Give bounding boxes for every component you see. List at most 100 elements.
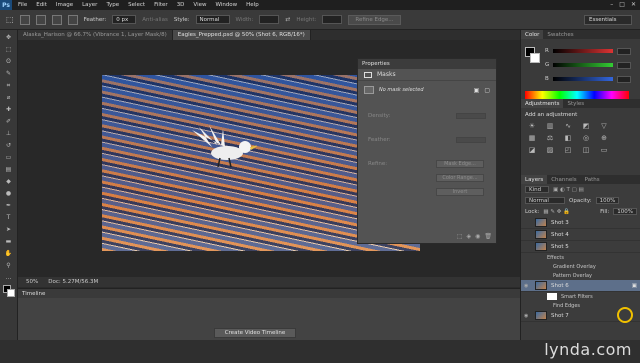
style-select[interactable]: Normal bbox=[195, 15, 230, 24]
menu-select[interactable]: Select bbox=[128, 2, 145, 8]
canvas-area[interactable]: Properties Masks No mask selected ▣ ▢ De… bbox=[18, 40, 520, 277]
load-selection-icon[interactable]: ⬚ bbox=[457, 233, 463, 240]
stamp-tool-icon[interactable]: ⊥ bbox=[3, 129, 15, 138]
eye-icon[interactable]: ◉ bbox=[524, 313, 528, 319]
shape-tool-icon[interactable]: ▬ bbox=[3, 237, 15, 246]
tab-swatches[interactable]: Swatches bbox=[543, 30, 577, 39]
tab-paths[interactable]: Paths bbox=[581, 175, 604, 184]
kind-filter-select[interactable]: Kind bbox=[525, 186, 549, 193]
green-value[interactable] bbox=[617, 61, 632, 69]
intersect-selection-icon[interactable] bbox=[67, 14, 78, 25]
menu-filter[interactable]: Filter bbox=[154, 2, 168, 8]
gradient-map-icon[interactable]: ▭ bbox=[599, 146, 609, 154]
invert-button[interactable]: Invert bbox=[436, 188, 484, 196]
photo-filter-icon[interactable]: ◎ bbox=[581, 134, 591, 142]
eye-icon[interactable]: ◉ bbox=[524, 283, 528, 289]
menu-view[interactable]: View bbox=[193, 2, 206, 8]
quick-select-tool-icon[interactable]: ✎ bbox=[3, 69, 15, 78]
history-brush-tool-icon[interactable]: ↺ bbox=[3, 141, 15, 150]
threshold-icon[interactable]: ◰ bbox=[563, 146, 573, 154]
filter-icons[interactable]: ▣ ◐ T ▢ ▤ bbox=[553, 187, 584, 193]
hand-tool-icon[interactable]: ✋ bbox=[3, 249, 15, 258]
levels-icon[interactable]: ▥ bbox=[545, 122, 555, 130]
color-balance-icon[interactable]: ⚖ bbox=[545, 134, 555, 142]
tab-channels[interactable]: Channels bbox=[547, 175, 580, 184]
close-icon[interactable]: ✕ bbox=[631, 1, 636, 8]
curves-icon[interactable]: ∿ bbox=[563, 122, 573, 130]
layer-row[interactable]: Shot 4 bbox=[521, 229, 640, 241]
fill-input[interactable]: 100% bbox=[613, 208, 637, 215]
path-select-tool-icon[interactable]: ➤ bbox=[3, 225, 15, 234]
subtract-selection-icon[interactable] bbox=[51, 14, 62, 25]
tab-layers[interactable]: Layers bbox=[521, 175, 548, 184]
blue-slider[interactable] bbox=[552, 77, 613, 81]
menu-layer[interactable]: Layer bbox=[82, 2, 97, 8]
hue-saturation-icon[interactable]: ▦ bbox=[527, 134, 537, 142]
tab-adjustments[interactable]: Adjustments bbox=[521, 99, 564, 108]
marquee-tool-icon[interactable]: ⬚ bbox=[3, 45, 15, 54]
background-color-icon[interactable] bbox=[530, 53, 540, 63]
visibility-icon[interactable]: ◉ bbox=[475, 233, 480, 240]
feather-slider[interactable] bbox=[456, 137, 486, 143]
tab-color[interactable]: Color bbox=[521, 30, 544, 39]
exposure-icon[interactable]: ◩ bbox=[581, 122, 591, 130]
mask-edge-button[interactable]: Mask Edge... bbox=[436, 160, 484, 168]
menu-type[interactable]: Type bbox=[106, 2, 119, 8]
zoom-tool-icon[interactable]: ⚲ bbox=[3, 261, 15, 270]
density-slider[interactable] bbox=[456, 113, 486, 119]
menu-3d[interactable]: 3D bbox=[177, 2, 185, 8]
color-swatches-icon[interactable] bbox=[2, 285, 15, 299]
tab-styles[interactable]: Styles bbox=[563, 99, 588, 108]
new-selection-icon[interactable] bbox=[19, 14, 30, 25]
doc-tab-eagles[interactable]: Eagles_Prepped.psd @ 50% (Shot 6, RGB/16… bbox=[172, 30, 311, 40]
marquee-tool-icon[interactable]: ⬚ bbox=[6, 15, 14, 24]
more-tools-icon[interactable]: … bbox=[3, 273, 15, 282]
workspace-select[interactable]: Essentials bbox=[584, 15, 632, 25]
effect-gradient-overlay[interactable]: Gradient Overlay bbox=[521, 262, 640, 271]
layer-row[interactable]: Shot 5 bbox=[521, 241, 640, 253]
selective-color-icon[interactable]: ◫ bbox=[581, 146, 591, 154]
refine-edge-button[interactable]: Refine Edge... bbox=[348, 14, 401, 25]
apply-mask-icon[interactable]: ◈ bbox=[467, 233, 472, 240]
brightness-icon[interactable]: ☀ bbox=[527, 122, 537, 130]
invert-icon[interactable]: ◪ bbox=[527, 146, 537, 154]
maximize-icon[interactable]: □ bbox=[619, 1, 625, 8]
lock-icons[interactable]: ▦ ✎ ✥ 🔒 bbox=[543, 209, 570, 215]
menu-file[interactable]: File bbox=[18, 2, 27, 8]
doc-tab-alaska[interactable]: Alaska_Harison @ 66.7% (Vibrance 1, Laye… bbox=[18, 30, 173, 40]
blend-mode-select[interactable]: Normal bbox=[525, 197, 565, 204]
red-value[interactable] bbox=[616, 47, 631, 55]
posterize-icon[interactable]: ▨ bbox=[545, 146, 555, 154]
height-input[interactable] bbox=[322, 15, 343, 24]
menu-window[interactable]: Window bbox=[215, 2, 237, 8]
vibrance-icon[interactable]: ▽ bbox=[599, 122, 609, 130]
width-input[interactable] bbox=[259, 15, 280, 24]
layer-row-selected[interactable]: ◉ Shot 6 ▣ bbox=[521, 280, 640, 292]
gradient-tool-icon[interactable]: ▤ bbox=[3, 165, 15, 174]
lasso-tool-icon[interactable]: ʘ bbox=[3, 57, 15, 66]
antialias-checkbox[interactable]: Anti-alias bbox=[142, 17, 168, 23]
swap-icon[interactable]: ⇄ bbox=[285, 16, 290, 23]
add-selection-icon[interactable] bbox=[35, 14, 46, 25]
dodge-tool-icon[interactable]: ● bbox=[3, 189, 15, 198]
eraser-tool-icon[interactable]: ▭ bbox=[3, 153, 15, 162]
color-spectrum[interactable] bbox=[525, 91, 629, 99]
layer-row[interactable]: Shot 3 bbox=[521, 217, 640, 229]
blur-tool-icon[interactable]: ◆ bbox=[3, 177, 15, 186]
black-white-icon[interactable]: ◧ bbox=[563, 134, 573, 142]
menu-edit[interactable]: Edit bbox=[36, 2, 47, 8]
opacity-input[interactable]: 100% bbox=[595, 197, 620, 204]
effects-item[interactable]: Effects bbox=[521, 253, 640, 262]
delete-icon[interactable]: 🗑 bbox=[484, 233, 492, 240]
pen-tool-icon[interactable]: ✒ bbox=[3, 201, 15, 210]
minimize-icon[interactable]: – bbox=[610, 1, 613, 8]
brush-tool-icon[interactable]: ✐ bbox=[3, 117, 15, 126]
channel-mixer-icon[interactable]: ⊕ bbox=[599, 134, 609, 142]
color-range-button[interactable]: Color Range... bbox=[436, 174, 484, 182]
menu-help[interactable]: Help bbox=[246, 2, 259, 8]
type-tool-icon[interactable]: T bbox=[3, 213, 15, 222]
move-tool-icon[interactable]: ✥ bbox=[3, 33, 15, 42]
add-vector-mask-icon[interactable]: ▢ bbox=[484, 87, 490, 94]
create-video-timeline-button[interactable]: Create Video Timeline bbox=[214, 328, 296, 338]
red-slider[interactable] bbox=[552, 49, 613, 53]
